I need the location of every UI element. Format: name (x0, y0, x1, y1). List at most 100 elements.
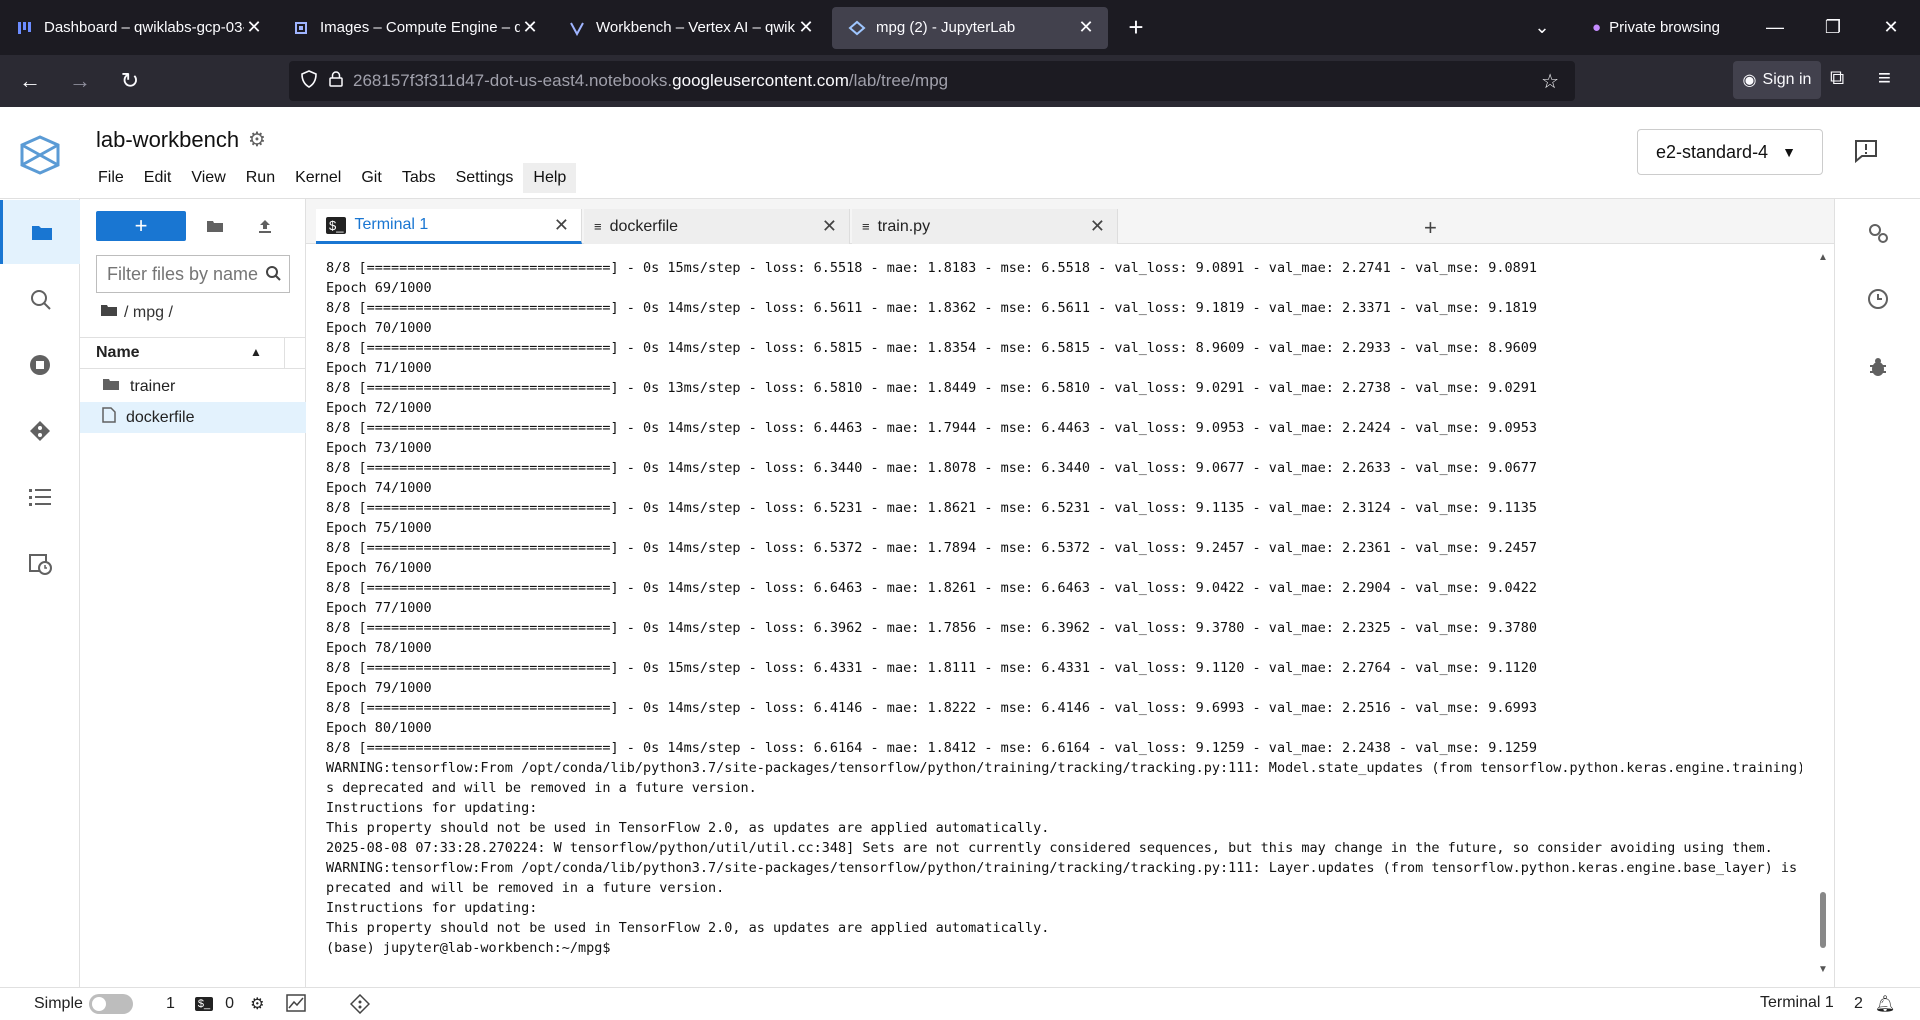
app-menu-icon[interactable]: ≡ (1878, 65, 1891, 91)
property-inspector-icon[interactable] (1835, 213, 1920, 253)
terminal-line: Epoch 69/1000 (326, 280, 432, 296)
bookmark-star-icon[interactable]: ☆ (1541, 69, 1559, 94)
browser-tab-bar: Dashboard – qwiklabs-gcp-03-6 ✕ Images –… (0, 0, 1920, 55)
list-item-dockerfile[interactable]: dockerfile (80, 402, 306, 433)
close-tab-icon[interactable]: ✕ (244, 17, 264, 38)
menu-help[interactable]: Help (523, 163, 577, 193)
kernels-count: 0 (225, 995, 235, 1012)
address-bar[interactable]: 268157f3f311d47-dot-us-east4.notebooks. g… (289, 61, 1575, 101)
menu-kernel[interactable]: Kernel (285, 163, 351, 193)
git-status-icon[interactable] (350, 994, 370, 1014)
simple-mode-label: Simple (34, 995, 83, 1012)
vertex-ai-icon (568, 19, 586, 37)
new-launcher-button[interactable]: + (96, 211, 186, 241)
close-tab-icon[interactable]: ✕ (796, 17, 816, 38)
back-icon[interactable]: ← (10, 61, 50, 101)
terminal-line: 8/8 [==============================] - 0… (326, 700, 1538, 716)
tab-train-py[interactable]: ≡ train.py ✕ (852, 209, 1118, 244)
notifications-count: 2 (1854, 995, 1863, 1012)
refresh-icon[interactable] (280, 213, 281, 214)
browser-tab-dashboard[interactable]: Dashboard – qwiklabs-gcp-03-6 ✕ (0, 6, 276, 50)
browser-tab-workbench[interactable]: Workbench – Vertex AI – qwikla ✕ (552, 6, 828, 50)
menu-view[interactable]: View (181, 163, 235, 193)
kernel-icon: ⚙ (250, 996, 265, 1013)
chart-icon[interactable] (286, 994, 306, 1012)
list-tabs-icon[interactable]: ⌄ (1512, 17, 1572, 38)
close-icon[interactable]: ✕ (822, 216, 837, 237)
breadcrumb-path[interactable]: / mpg / (124, 304, 173, 322)
menu-tabs[interactable]: Tabs (392, 163, 446, 193)
machine-type-select[interactable]: e2-standard-4 ▼ (1637, 129, 1823, 175)
terminal-line: 8/8 [==============================] - 0… (326, 620, 1538, 636)
close-window-icon[interactable]: ✕ (1862, 17, 1920, 38)
browser-tab-compute[interactable]: Images – Compute Engine – qw ✕ (276, 6, 552, 50)
terminal-line: WARNING:tensorflow:From /opt/conda/lib/p… (326, 760, 1802, 776)
tab-label: dockerfile (609, 217, 679, 235)
tracking-shield-icon[interactable] (301, 69, 317, 93)
folder-icon[interactable] (100, 303, 118, 322)
table-of-contents-icon[interactable] (0, 465, 80, 529)
simple-mode-toggle[interactable] (88, 994, 133, 1014)
terminal-line: Epoch 74/1000 (326, 480, 432, 496)
scroll-up-icon[interactable]: ▲ (1818, 252, 1828, 263)
terminal-scrollbar[interactable]: ▲ ▼ (1818, 252, 1828, 976)
upload-icon[interactable] (252, 213, 278, 239)
column-header-name[interactable]: Name ▲ (80, 337, 306, 369)
forward-icon[interactable]: → (60, 61, 100, 101)
scroll-down-icon[interactable]: ▼ (1818, 964, 1828, 975)
tab-dockerfile[interactable]: ≡ dockerfile ✕ (584, 209, 850, 244)
feedback-icon[interactable] (1852, 137, 1882, 167)
close-icon[interactable]: ✕ (1090, 216, 1105, 237)
history-icon[interactable] (1835, 279, 1920, 319)
scrollbar-thumb[interactable] (1820, 892, 1826, 948)
gear-icon[interactable]: ⚙ (248, 127, 270, 151)
reload-icon[interactable]: ↻ (110, 61, 150, 101)
menu-edit[interactable]: Edit (134, 163, 182, 193)
search-notebook-icon[interactable] (0, 267, 80, 331)
terminal-line: This property should not be used in Tens… (326, 820, 1050, 836)
active-document: Terminal 1 (1760, 994, 1834, 1012)
tab-title: mpg (2) - JupyterLab (876, 19, 1016, 36)
file-name: dockerfile (126, 408, 195, 426)
terminal-line: 8/8 [==============================] - 0… (326, 580, 1538, 596)
menu-run[interactable]: Run (236, 163, 285, 193)
scheduler-icon[interactable] (0, 531, 80, 595)
lock-icon[interactable] (329, 70, 343, 92)
folder-icon[interactable] (0, 200, 80, 264)
terminal-panel[interactable]: 8/8 [==============================] - 0… (306, 244, 1834, 987)
menu-settings[interactable]: Settings (446, 163, 524, 193)
debugger-icon[interactable] (1835, 347, 1920, 387)
extensions-icon[interactable]: ⧉ (1830, 67, 1844, 90)
terminal-icon: $_ (194, 997, 214, 1011)
dock-tab-bar: $_ Terminal 1 ✕ ≡ dockerfile ✕ ≡ train.p… (306, 199, 1834, 244)
restore-icon[interactable]: ❐ (1804, 17, 1862, 38)
close-icon[interactable]: ✕ (554, 215, 569, 236)
notifications[interactable]: 2 🔔︎ (1854, 994, 1895, 1014)
new-folder-icon[interactable] (202, 213, 228, 239)
menu-file[interactable]: File (88, 163, 134, 193)
terminal-line: s deprecated and will be removed in a fu… (326, 780, 757, 796)
sign-in-button[interactable]: ◉ Sign in (1733, 61, 1821, 99)
menu-git[interactable]: Git (351, 163, 391, 193)
filter-files-input[interactable]: Filter files by name (96, 255, 290, 293)
close-tab-icon[interactable]: ✕ (1076, 17, 1096, 38)
running-terminals[interactable]: 1 $_ 0 ⚙ (166, 994, 264, 1014)
list-item-trainer[interactable]: trainer (80, 371, 306, 402)
tab-title: Workbench – Vertex AI – qwikla (596, 19, 796, 36)
simple-mode[interactable]: Simple (34, 994, 133, 1014)
tab-terminal-1[interactable]: $_ Terminal 1 ✕ (316, 209, 582, 244)
minimize-icon[interactable]: — (1746, 17, 1804, 38)
close-tab-icon[interactable]: ✕ (520, 17, 540, 38)
terminal-line: This property should not be used in Tens… (326, 920, 1050, 936)
text-file-icon: ≡ (862, 219, 870, 234)
add-tab-icon[interactable]: + (1424, 215, 1437, 241)
terminal-line: 8/8 [==============================] - 0… (326, 740, 1538, 756)
status-bar: Simple 1 $_ 0 ⚙ Terminal 1 2 🔔︎ (0, 987, 1920, 1020)
terminal-line: 2025-08-08 07:33:28.270224: W tensorflow… (326, 840, 1773, 856)
running-kernels-icon[interactable] (0, 333, 80, 397)
browser-tab-jupyterlab[interactable]: mpg (2) - JupyterLab ✕ (832, 6, 1108, 49)
git-icon[interactable] (0, 399, 80, 463)
new-tab-icon[interactable]: + (1116, 8, 1156, 48)
jupyter-header: lab-workbench ⚙ File Edit View Run Kerne… (0, 107, 1920, 199)
terminal-output[interactable]: 8/8 [==============================] - 0… (326, 258, 1802, 958)
